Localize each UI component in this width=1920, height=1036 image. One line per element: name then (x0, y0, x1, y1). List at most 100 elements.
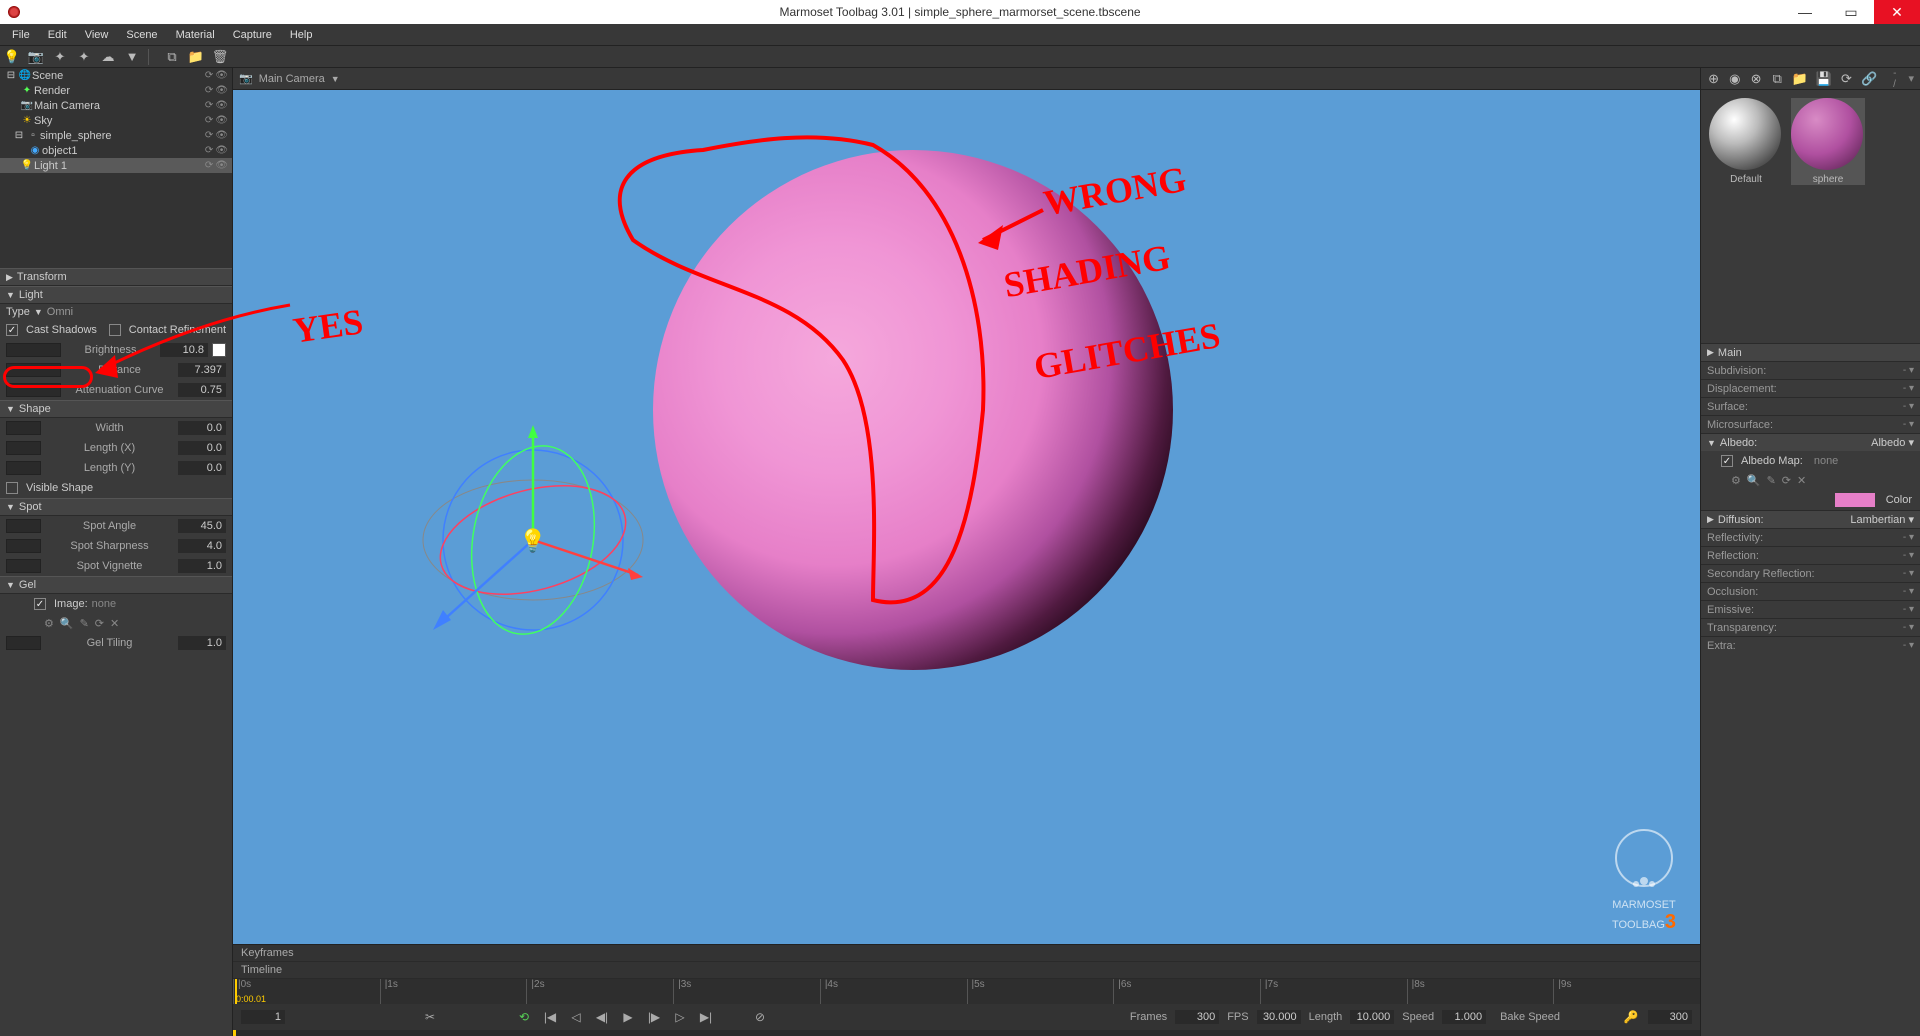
width-value[interactable]: 0.0 (178, 421, 226, 435)
scene-tree[interactable]: ⊟ 🌐 Scene ⟳ 👁 ✦Render⟳ 👁 📷Main Camera⟳ 👁… (0, 68, 232, 268)
mat-subdivision[interactable]: Subdivision:- ▾ (1701, 361, 1920, 379)
go-start-icon[interactable]: |◀ (541, 1008, 559, 1026)
menu-file[interactable]: File (4, 27, 38, 43)
mat-surface[interactable]: Surface:- ▾ (1701, 397, 1920, 415)
shape-header[interactable]: ▼Shape (0, 400, 232, 418)
add-material-icon[interactable]: ⊕ (1707, 71, 1720, 87)
clear-icon[interactable]: ✕ (110, 617, 119, 630)
lock-icon[interactable]: ⟳ (205, 70, 213, 81)
visibility-icon[interactable]: 👁 (215, 145, 228, 156)
step-fwd-icon[interactable]: ▷ (671, 1008, 689, 1026)
tool-shadow-icon[interactable]: ▼ (124, 49, 140, 65)
spot-angle-slider[interactable] (6, 519, 41, 533)
spot-vignette-value[interactable]: 1.0 (178, 559, 226, 573)
end-frame[interactable]: 300 (1648, 1010, 1692, 1024)
gear-icon[interactable]: ⚙ (44, 617, 54, 630)
refresh-icon[interactable]: ⟳ (95, 617, 104, 630)
timeline-row[interactable]: Timeline (233, 962, 1700, 979)
play-fwd-icon[interactable]: |▶ (645, 1008, 663, 1026)
gel-tiling-value[interactable]: 1.0 (178, 636, 226, 650)
viewport-camera-dropdown[interactable]: Main Camera (259, 73, 325, 85)
keyframes-row[interactable]: Keyframes (233, 945, 1700, 962)
spot-vignette-slider[interactable] (6, 559, 41, 573)
record-icon[interactable]: ⊘ (751, 1008, 769, 1026)
attenuation-value[interactable]: 0.75 (178, 383, 226, 397)
tree-item-render[interactable]: ✦Render⟳ 👁 (0, 83, 232, 98)
distance-value[interactable]: 7.397 (178, 363, 226, 377)
cut-icon[interactable]: ✂ (421, 1008, 439, 1026)
mat-tool2-icon[interactable]: ◉ (1728, 71, 1741, 87)
contact-refinement-checkbox[interactable]: ✓ (109, 324, 121, 336)
tool-folder-icon[interactable]: 📁 (188, 49, 204, 65)
mat-transparency[interactable]: Transparency:- ▾ (1701, 618, 1920, 636)
material-sphere[interactable]: sphere (1791, 98, 1865, 185)
tool-fog-icon[interactable]: ☁ (100, 49, 116, 65)
mat-microsurface[interactable]: Microsurface:- ▾ (1701, 415, 1920, 433)
collapse-icon[interactable]: ⊟ (4, 70, 18, 81)
brightness-slider[interactable] (6, 343, 61, 357)
gel-tiling-slider[interactable] (6, 636, 41, 650)
frames-value[interactable]: 300 (1175, 1010, 1219, 1024)
viewport-3d[interactable]: 💡 YES WRONG SHADING GLITCHES MARMOSET TO… (233, 90, 1700, 944)
lengthx-value[interactable]: 0.0 (178, 441, 226, 455)
edit-icon[interactable]: ✎ (1767, 474, 1776, 487)
tree-item-sphere[interactable]: ⊟▫simple_sphere⟳ 👁 (0, 128, 232, 143)
mat-tool3-icon[interactable]: ⊗ (1749, 71, 1762, 87)
search-icon[interactable]: 🔍 (1747, 474, 1761, 487)
chevron-down-icon[interactable]: ▼ (331, 74, 340, 84)
gel-image-checkbox[interactable]: ✓ (34, 598, 46, 610)
type-value-dropdown[interactable]: Omni (47, 306, 73, 318)
tree-item-camera[interactable]: 📷Main Camera⟳ 👁 (0, 98, 232, 113)
length-value[interactable]: 10.000 (1350, 1010, 1394, 1024)
tool-light2-icon[interactable]: ✦ (76, 49, 92, 65)
visible-shape-checkbox[interactable] (6, 482, 18, 494)
light-color-swatch[interactable] (212, 343, 226, 357)
lock-icon[interactable]: ⟳ (205, 85, 213, 96)
mat-emissive[interactable]: Emissive:- ▾ (1701, 600, 1920, 618)
mat-refresh-icon[interactable]: ⟳ (1840, 71, 1853, 87)
mat-folder-icon[interactable]: 📁 (1792, 71, 1808, 87)
menu-material[interactable]: Material (168, 27, 223, 43)
menu-scene[interactable]: Scene (118, 27, 165, 43)
visibility-icon[interactable]: 👁 (215, 115, 228, 126)
visibility-icon[interactable]: 👁 (215, 130, 228, 141)
gear-icon[interactable]: ⚙ (1731, 474, 1741, 487)
light-header[interactable]: ▼Light (0, 286, 232, 304)
lengthy-value[interactable]: 0.0 (178, 461, 226, 475)
tree-item-light1[interactable]: 💡Light 1⟳ 👁 (0, 158, 232, 173)
search-icon[interactable]: 🔍 (60, 617, 74, 630)
gel-image-value[interactable]: none (92, 598, 116, 610)
albedo-map-value[interactable]: none (1814, 455, 1838, 467)
lock-icon[interactable]: ⟳ (205, 115, 213, 126)
mat-albedo-header[interactable]: ▼Albedo:Albedo ▾ (1701, 433, 1920, 451)
mat-diffusion-header[interactable]: ▶Diffusion:Lambertian ▾ (1701, 510, 1920, 528)
spot-angle-value[interactable]: 45.0 (178, 519, 226, 533)
step-back-icon[interactable]: ◁ (567, 1008, 585, 1026)
visibility-icon[interactable]: 👁 (215, 160, 228, 171)
close-button[interactable]: ✕ (1874, 0, 1920, 24)
tool-light-icon[interactable]: 💡 (4, 49, 20, 65)
tool-misc-icon[interactable]: ✦ (52, 49, 68, 65)
speed-value[interactable]: 1.000 (1442, 1010, 1486, 1024)
timeline-ruler[interactable]: |0s0:00.01 |1s |2s |3s |4s |5s |6s |7s |… (233, 979, 1700, 1004)
mat-main-header[interactable]: ▶Main (1701, 343, 1920, 361)
distance-slider[interactable] (6, 363, 61, 377)
tool-camera-icon[interactable]: 📷 (28, 49, 44, 65)
tree-root[interactable]: ⊟ 🌐 Scene ⟳ 👁 (0, 68, 232, 83)
key-icon[interactable]: 🔑 (1622, 1008, 1640, 1026)
visibility-icon[interactable]: 👁 (215, 85, 228, 96)
mat-reflection[interactable]: Reflection:- ▾ (1701, 546, 1920, 564)
mat-link-icon[interactable]: 🔗 (1861, 71, 1877, 87)
spot-sharpness-value[interactable]: 4.0 (178, 539, 226, 553)
visibility-icon[interactable]: 👁 (215, 100, 228, 111)
albedo-color-swatch[interactable] (1835, 493, 1875, 507)
maximize-button[interactable]: ▭ (1828, 0, 1874, 24)
mat-menu-icon[interactable]: ▾ (1908, 72, 1914, 85)
cast-shadows-checkbox[interactable]: ✓ (6, 324, 18, 336)
mat-duplicate-icon[interactable]: ⧉ (1771, 71, 1784, 87)
mat-extra[interactable]: Extra:- ▾ (1701, 636, 1920, 654)
gel-header[interactable]: ▼Gel (0, 576, 232, 594)
tool-copy-icon[interactable]: ⧉ (164, 49, 180, 65)
refresh-icon[interactable]: ⟳ (1782, 474, 1791, 487)
lock-icon[interactable]: ⟳ (205, 160, 213, 171)
